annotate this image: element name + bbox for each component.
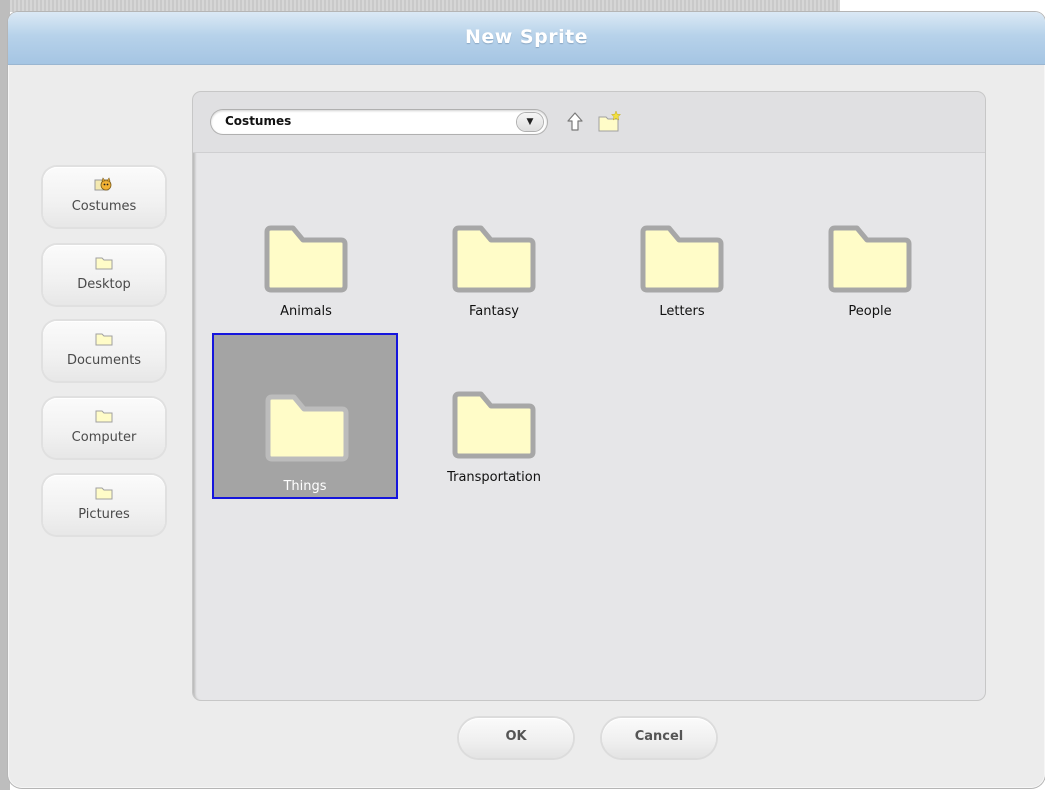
sidebar-item-label: Computer <box>71 430 137 445</box>
sidebar-item-desktop[interactable]: Desktop <box>43 245 165 305</box>
folder-letters[interactable]: Letters <box>589 212 775 376</box>
scratch-cat-icon <box>94 177 114 193</box>
dialog-titlebar[interactable]: New Sprite <box>8 12 1045 65</box>
folder-label: People <box>848 304 892 319</box>
folder-transportation[interactable]: Transportation <box>401 378 587 542</box>
folder-icon <box>94 331 114 347</box>
cancel-button-label: Cancel <box>634 729 684 744</box>
sidebar-item-costumes[interactable]: Costumes <box>43 167 165 227</box>
ok-button-label: OK <box>505 729 527 744</box>
folder-icon <box>94 485 114 501</box>
folder-label: Things <box>283 479 327 494</box>
folder-icon <box>265 394 349 462</box>
folder-people[interactable]: People <box>777 212 963 376</box>
sidebar-item-label: Desktop <box>77 277 131 292</box>
folder-fantasy[interactable]: Fantasy <box>401 212 587 376</box>
up-arrow-icon[interactable] <box>563 110 587 134</box>
path-dropdown[interactable]: Costumes ▼ <box>211 110 547 134</box>
dropdown-arrow-icon[interactable]: ▼ <box>517 113 543 131</box>
background-window-edge <box>0 0 840 12</box>
path-dropdown-value: Costumes <box>225 114 292 128</box>
sidebar-item-documents[interactable]: Documents <box>43 321 165 381</box>
ok-button[interactable]: OK <box>459 718 573 758</box>
file-browser-toolbar: Costumes ▼ <box>193 92 985 153</box>
folder-icon <box>452 225 536 293</box>
folder-icon <box>264 225 348 293</box>
sidebar-item-label: Documents <box>66 353 142 368</box>
new-sprite-dialog: New Sprite Costumes Desktop Documents Co… <box>8 12 1045 788</box>
folder-label: Letters <box>659 304 705 319</box>
folder-label: Fantasy <box>468 304 520 319</box>
folder-label: Animals <box>280 304 332 319</box>
folder-icon <box>640 225 724 293</box>
folder-label: Transportation <box>447 470 541 485</box>
folder-icon <box>94 408 114 424</box>
dialog-title: New Sprite <box>464 26 589 48</box>
folder-icon <box>452 391 536 459</box>
file-browser-panel: Costumes ▼ Animals Fantasy Letters Peopl… <box>193 92 985 700</box>
sidebar-item-pictures[interactable]: Pictures <box>43 475 165 535</box>
folder-grid: Animals Fantasy Letters People Things Tr… <box>193 152 985 700</box>
folder-icon <box>94 255 114 271</box>
sidebar-item-computer[interactable]: Computer <box>43 398 165 458</box>
sidebar-item-label: Costumes <box>71 199 137 214</box>
sidebar-item-label: Pictures <box>78 507 130 522</box>
folder-things[interactable]: Things <box>212 333 398 499</box>
cancel-button[interactable]: Cancel <box>602 718 716 758</box>
folder-icon <box>828 225 912 293</box>
new-folder-icon[interactable] <box>597 110 622 134</box>
